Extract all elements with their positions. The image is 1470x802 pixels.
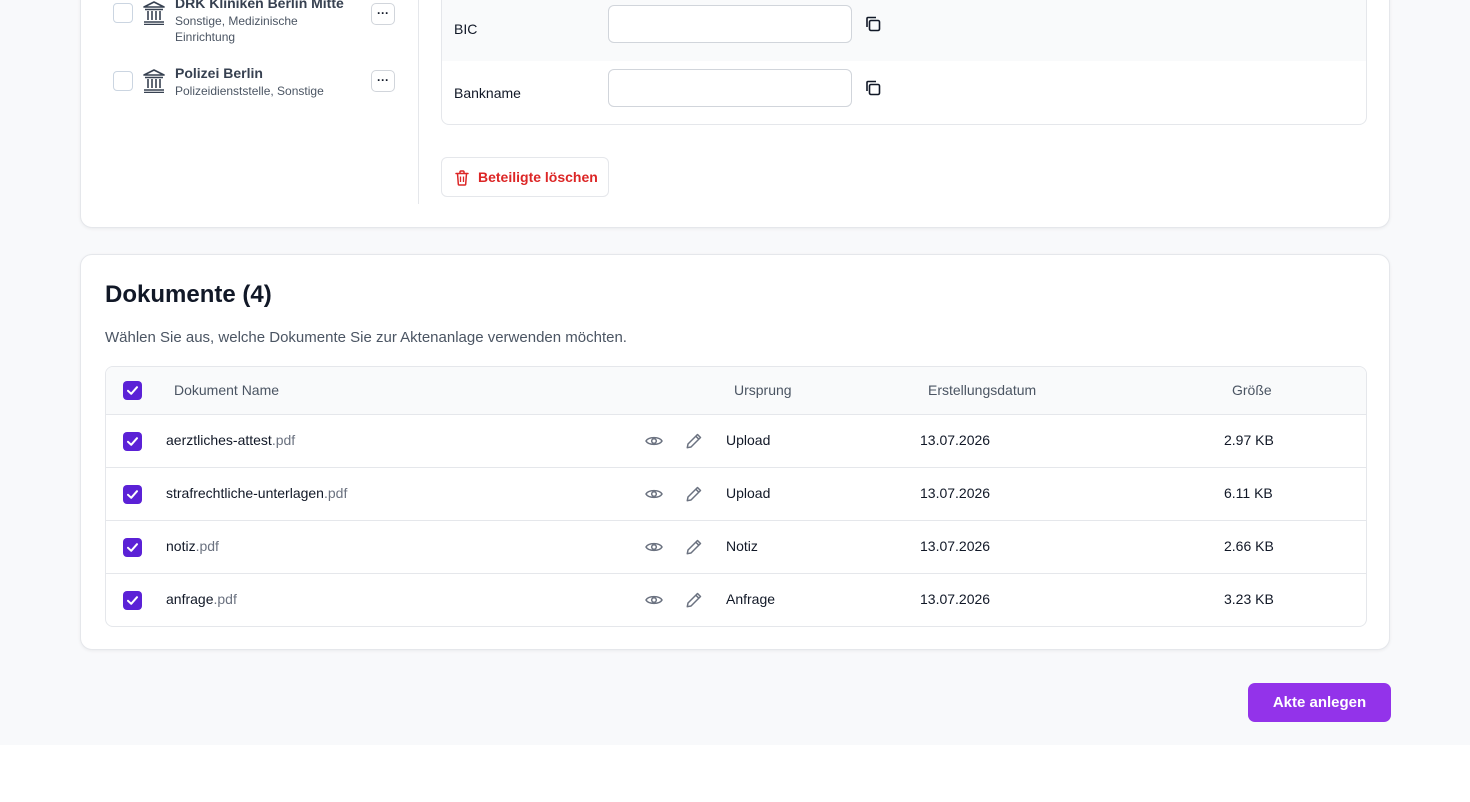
document-date: 13.07.2026 (920, 485, 991, 501)
document-extension: .pdf (271, 432, 296, 448)
document-origin: Notiz (726, 538, 758, 554)
table-row[interactable]: aerztliches-attest.pdf Upload 13.07.2026… (106, 415, 1366, 468)
document-extension: .pdf (323, 485, 348, 501)
check-icon (127, 437, 138, 446)
eye-icon[interactable] (645, 592, 663, 608)
more-options-button[interactable]: ··· (371, 70, 395, 92)
pencil-icon[interactable] (685, 538, 703, 556)
document-name: anfrage.pdf (166, 591, 237, 607)
bankname-label: Bankname (454, 85, 521, 101)
row-checkbox[interactable] (123, 538, 142, 557)
party-type: Polizeidienststelle, Sonstige (175, 84, 324, 98)
eye-icon[interactable] (645, 433, 663, 449)
party-checkbox[interactable] (113, 71, 133, 91)
bank-details-section: BIC Bankname (441, 0, 1367, 125)
column-header-date[interactable]: Erstellungsdatum (928, 382, 1036, 398)
document-basename: strafrechtliche-unterlagen (166, 485, 324, 501)
bic-label: BIC (454, 21, 478, 37)
party-item[interactable]: Polizei Berlin Polizeidienststelle, Sons… (113, 65, 403, 105)
row-checkbox[interactable] (123, 485, 142, 504)
row-checkbox[interactable] (123, 591, 142, 610)
check-icon (127, 490, 138, 499)
table-row[interactable]: notiz.pdf Notiz 13.07.2026 2.66 KB (106, 521, 1366, 574)
document-basename: anfrage (166, 591, 214, 607)
document-name: aerztliches-attest.pdf (166, 432, 295, 448)
bankname-row: Bankname (442, 61, 1366, 124)
document-basename: notiz (166, 538, 196, 554)
party-list: DRK Kliniken Berlin Mitte Sonstige, Medi… (81, 0, 419, 204)
party-checkbox[interactable] (113, 3, 133, 23)
institution-icon (143, 69, 165, 93)
document-origin: Upload (726, 485, 771, 501)
document-date: 13.07.2026 (920, 538, 991, 554)
document-origin: Upload (726, 432, 771, 448)
eye-icon[interactable] (645, 539, 663, 555)
document-extension: .pdf (213, 591, 237, 607)
copy-icon[interactable] (864, 15, 882, 33)
document-size: 6.11 KB (1224, 485, 1273, 501)
party-details-card: DRK Kliniken Berlin Mitte Sonstige, Medi… (80, 0, 1390, 228)
more-options-button[interactable]: ··· (371, 3, 395, 25)
column-header-name[interactable]: Dokument Name (174, 382, 279, 398)
pencil-icon[interactable] (685, 432, 703, 450)
documents-card: Dokumente (4) Wählen Sie aus, welche Dok… (80, 254, 1390, 650)
column-header-size[interactable]: Größe (1232, 382, 1272, 398)
table-row[interactable]: strafrechtliche-unterlagen.pdf Upload 13… (106, 468, 1366, 521)
document-size: 2.66 KB (1224, 538, 1274, 554)
document-origin: Anfrage (726, 591, 776, 607)
bic-row: BIC (442, 0, 1366, 61)
create-file-button[interactable]: Akte anlegen (1248, 683, 1391, 722)
document-size: 3.23 KB (1224, 591, 1274, 607)
eye-icon[interactable] (645, 486, 663, 502)
column-header-origin[interactable]: Ursprung (734, 382, 792, 398)
bic-input[interactable] (608, 5, 852, 43)
document-extension: .pdf (195, 538, 219, 554)
institution-icon (143, 1, 165, 25)
delete-party-label: Beteiligte löschen (478, 169, 598, 185)
check-icon (127, 596, 138, 605)
document-basename: aerztliches-attest (166, 432, 272, 448)
pencil-icon[interactable] (685, 485, 703, 503)
bankname-input[interactable] (608, 69, 852, 107)
documents-table: Dokument Name Ursprung Erstellungsdatum … (105, 366, 1367, 627)
table-row[interactable]: anfrage.pdf Anfrage 13.07.2026 3.23 KB (106, 574, 1366, 626)
select-all-checkbox[interactable] (123, 381, 142, 400)
table-header: Dokument Name Ursprung Erstellungsdatum … (106, 367, 1366, 415)
documents-description: Wählen Sie aus, welche Dokumente Sie zur… (105, 329, 627, 346)
document-date: 13.07.2026 (920, 432, 991, 448)
trash-icon (455, 170, 469, 186)
party-name: DRK Kliniken Berlin Mitte (175, 0, 344, 11)
delete-party-button[interactable]: Beteiligte löschen (441, 157, 609, 197)
check-icon (127, 543, 138, 552)
documents-title: Dokumente (4) (105, 281, 272, 308)
party-name: Polizei Berlin (175, 65, 263, 81)
party-item[interactable]: DRK Kliniken Berlin Mitte Sonstige, Medi… (113, 0, 403, 44)
check-icon (127, 386, 138, 395)
row-checkbox[interactable] (123, 432, 142, 451)
copy-icon[interactable] (864, 79, 882, 97)
document-size: 2.97 KB (1224, 432, 1274, 448)
document-name: notiz.pdf (166, 538, 219, 554)
document-name: strafrechtliche-unterlagen.pdf (166, 485, 347, 501)
document-date: 13.07.2026 (920, 591, 991, 607)
pencil-icon[interactable] (685, 591, 703, 609)
party-type: Sonstige, Medizinische Einrichtung (175, 14, 298, 44)
